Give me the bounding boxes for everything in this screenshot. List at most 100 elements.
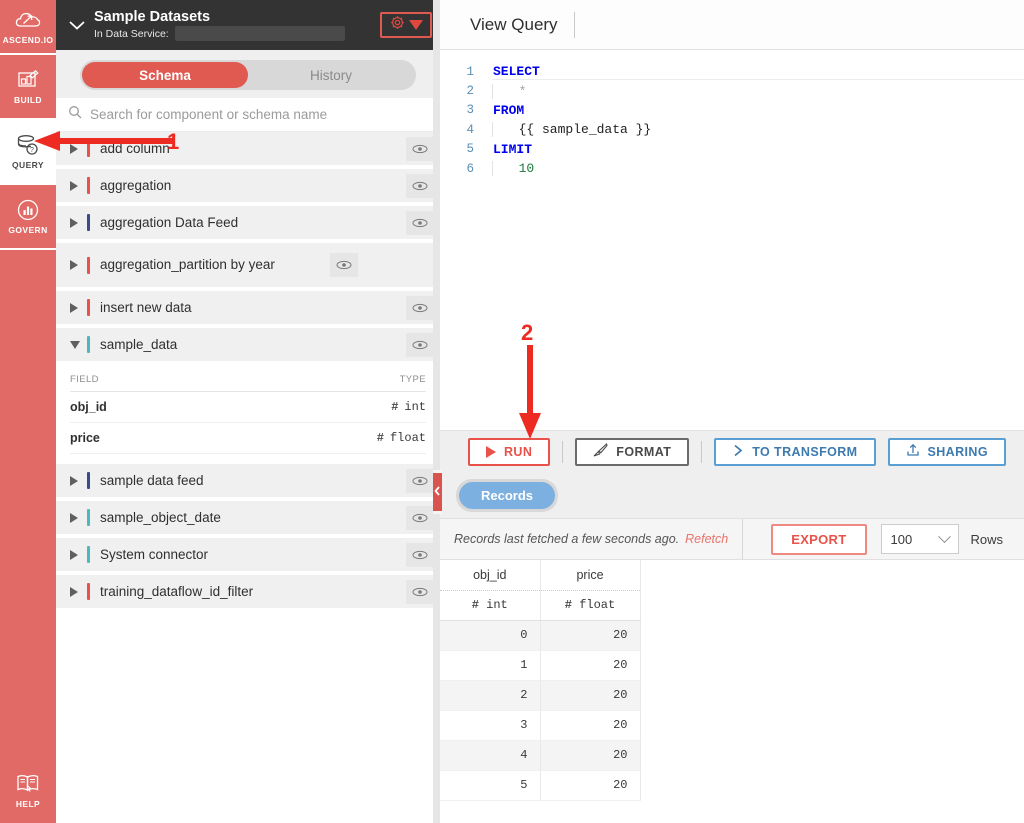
data-service-field[interactable] [174,26,345,41]
hash-icon: # [471,598,479,612]
sharing-button[interactable]: SHARING [887,437,1006,466]
schema-list-item-sample-data[interactable]: sample_data [56,328,440,361]
fetchbar-separator [742,519,744,559]
schema-item-label: insert new data [100,299,192,315]
field-type-label: int [404,400,426,414]
cell-price: 20 [540,740,641,771]
schema-list: add column aggregation aggregation Data … [56,132,440,823]
chevron-right-icon[interactable] [70,512,78,523]
sidebar-item-query-label: QUERY [12,160,44,170]
data-service-row: In Data Service: [94,26,374,41]
run-button[interactable]: RUN [468,437,551,466]
query-toolbar: RUN FORMAT TO TRANSFORM SHARING [440,430,1024,472]
eye-icon[interactable] [406,332,434,357]
logo-ascend-io[interactable]: ASCEND.IO [0,0,56,55]
search-icon [68,105,82,124]
schema-item-label: sample_data [100,336,178,352]
column-header[interactable]: price [540,560,641,591]
schema-list-item-aggregation-partition-by-year[interactable]: aggregation_partition by year [56,243,440,287]
chevron-right-icon[interactable] [70,143,78,154]
settings-dropdown-button[interactable] [380,12,432,38]
eye-icon[interactable] [406,295,434,320]
chevron-right-icon[interactable] [70,475,78,486]
chevron-right-icon[interactable] [70,217,78,228]
schema-panel-header: Sample Datasets In Data Service: [56,0,440,50]
build-icon [15,68,41,92]
code-text: FROM [493,102,525,118]
table-row: 5 20 [440,770,641,801]
eye-icon[interactable] [406,579,434,604]
annotation-number-2: 2 [521,320,534,345]
sql-editor[interactable]: 1 SELECT 2 * 3 FROM 4 {{ sample_data }} … [440,50,1024,430]
results-tabbar: Records [440,472,1024,518]
chevron-down-icon[interactable] [66,14,88,36]
to-transform-button-label: TO TRANSFORM [752,444,858,459]
eye-icon[interactable] [406,136,434,161]
field-column-header: FIELD [70,374,99,385]
schema-list-item-aggregation[interactable]: aggregation [56,169,440,202]
sidebar-item-query[interactable]: ? QUERY [0,120,56,185]
sidebar-item-build[interactable]: BUILD [0,55,56,120]
schema-item-label: training_dataflow_id_filter [100,583,254,599]
line-number: 3 [466,103,474,118]
schema-list-item-sample-data-feed[interactable]: sample data feed [56,464,440,497]
chevron-right-icon[interactable] [70,586,78,597]
schema-list-item-system-connector[interactable]: System connector [56,538,440,571]
chevron-right-icon [732,444,744,460]
sidebar-item-build-label: BUILD [14,95,42,105]
fetch-status-bar: Records last fetched a few seconds ago. … [440,518,1024,560]
rows-count-select[interactable]: 100 [880,524,959,554]
chevron-down-icon[interactable] [70,340,80,349]
type-color-bar [87,140,90,157]
code-text: {{ sample_data }} [492,122,1024,138]
table-row: 0 20 [440,620,641,651]
cell-obj-id: 2 [440,680,541,711]
chevron-right-icon[interactable] [70,180,78,191]
schema-list-item-insert-new-data[interactable]: insert new data [56,291,440,324]
chevron-right-icon[interactable] [70,302,78,313]
schema-list-item-add-column[interactable]: add column [56,132,440,165]
schema-list-item-training-dataflow-id-filter[interactable]: training_dataflow_id_filter [56,575,440,608]
export-button[interactable]: EXPORT [771,523,867,555]
panel-collapse-handle[interactable] [433,470,442,514]
refetch-link[interactable]: Refetch [685,532,728,546]
annotation-number-1: 1 [167,129,180,154]
brush-icon [593,443,608,460]
schema-list-item-aggregation-data-feed[interactable]: aggregation Data Feed [56,206,440,239]
sidebar-item-govern[interactable]: GOVERN [0,185,56,250]
to-transform-button[interactable]: TO TRANSFORM [714,437,876,466]
rail-spacer [0,250,56,758]
gear-icon [390,15,405,35]
code-line: 3 FROM [440,101,1024,120]
eye-icon[interactable] [406,542,434,567]
type-color-bar [87,583,90,600]
chevron-right-icon[interactable] [70,260,78,270]
eye-icon[interactable] [330,253,358,277]
eye-icon[interactable] [406,468,434,493]
schema-item-label: aggregation [100,177,172,193]
sharing-button-label: SHARING [927,444,988,459]
view-query-title: View Query [470,14,558,34]
line-number: 4 [466,122,474,137]
field-name: price [70,431,100,445]
table-row: 2 20 [440,680,641,711]
sidebar-item-help[interactable]: HELP [0,758,56,823]
tab-history[interactable]: History [248,62,414,88]
chevron-right-icon[interactable] [70,549,78,560]
hash-icon: # [376,431,384,445]
eye-icon[interactable] [406,210,434,235]
tab-records[interactable]: Records [459,481,556,509]
eye-icon[interactable] [406,505,434,530]
govern-chart-icon [15,198,41,222]
column-header[interactable]: obj_id [440,560,541,591]
schema-panel-titles: Sample Datasets In Data Service: [94,9,374,41]
format-button[interactable]: FORMAT [575,437,690,466]
schema-list-item-sample-object-date[interactable]: sample_object_date [56,501,440,534]
type-color-bar [87,256,90,274]
line-number: 1 [466,64,474,79]
search-input[interactable] [90,107,428,122]
tab-schema[interactable]: Schema [82,62,248,88]
field-type: # int [391,400,426,414]
cell-obj-id: 4 [440,740,541,771]
eye-icon[interactable] [406,173,434,198]
